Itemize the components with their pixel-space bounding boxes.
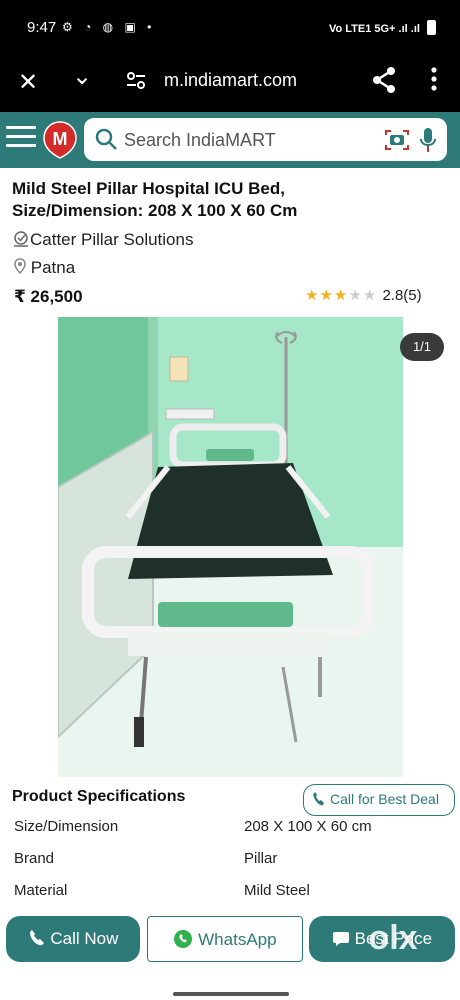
home-indicator[interactable] [173,992,289,996]
spec-row: Size/Dimension 208 X 100 X 60 cm [0,818,460,848]
product-title: Mild Steel Pillar Hospital ICU Bed, Size… [12,179,298,220]
microphone-icon[interactable] [420,127,436,158]
spec-row: Material Mild Steel [0,882,460,912]
notification-icons: ⚙ ◔ ◍ ▣ • [62,20,156,34]
spec-value: Mild Steel [244,882,310,899]
specs-title: Product Specifications [12,788,186,805]
chevron-down-icon[interactable]: ⌄ [66,62,98,92]
search-bar[interactable]: Search IndiaMART [84,118,447,161]
signal-indicators: Vo LTE1 5G+ .ıl .ıl [329,20,436,35]
spec-row: Brand Pillar [0,850,460,880]
company-name[interactable]: Catter Pillar Solutions [12,230,193,252]
spec-key: Material [14,882,68,899]
verified-icon [12,231,30,252]
signal-text: Vo LTE1 5G+ .ıl .ıl [328,23,420,35]
product-image[interactable] [58,317,403,777]
browser-toolbar: ✕ ⌄ m.indiamart.com [0,56,460,112]
spec-value: 208 X 100 X 60 cm [244,818,372,835]
indiamart-logo-icon[interactable]: M [42,120,78,160]
location-pin-icon [14,258,26,279]
product-page: Mild Steel Pillar Hospital ICU Bed, Size… [0,168,460,1000]
search-icon [94,127,118,156]
whatsapp-icon [173,921,193,967]
close-tab-icon[interactable]: ✕ [12,68,44,98]
spec-value: Pillar [244,850,278,867]
site-header: M Search IndiaMART [0,112,460,168]
rating-stars-icon: ★★★★★ [305,287,378,304]
share-icon[interactable] [368,66,400,102]
image-counter: 1/1 [400,333,444,361]
status-time: 9:47 [27,19,57,36]
location: Patna [14,258,75,279]
whatsapp-button[interactable]: WhatsApp [147,916,303,962]
rating-text: 2.8(5) [382,287,422,304]
search-input[interactable]: Search IndiaMART [124,130,276,151]
spec-key: Brand [14,850,55,867]
location-label: Patna [30,258,76,277]
hamburger-menu-icon[interactable] [6,126,36,150]
call-best-deal-label: Call for Best Deal [330,791,439,807]
svg-text:M: M [53,129,68,149]
battery-icon [427,20,436,35]
call-now-label: Call Now [50,929,119,948]
olx-watermark: olx [368,919,418,957]
phone-icon [28,919,46,965]
more-menu-icon[interactable] [418,66,450,100]
call-best-deal-button[interactable]: Call for Best Deal [303,784,455,816]
url-text[interactable]: m.indiamart.com [164,70,297,91]
product-price: ₹ 26,500 [14,287,83,306]
whatsapp-label: WhatsApp [198,930,277,949]
spec-key: Size/Dimension [14,818,119,835]
status-bar: 9:47 ⚙ ◔ ◍ ▣ • Vo LTE1 5G+ .ıl .ıl [0,0,460,56]
bottom-action-bar: Call Now WhatsApp Best Price olx [0,910,460,1000]
company-label: Catter Pillar Solutions [30,230,194,249]
site-settings-icon[interactable] [120,70,152,100]
call-now-button[interactable]: Call Now [6,916,140,962]
camera-search-icon[interactable] [384,128,410,157]
rating[interactable]: ★★★★★ 2.8(5) [305,286,422,304]
